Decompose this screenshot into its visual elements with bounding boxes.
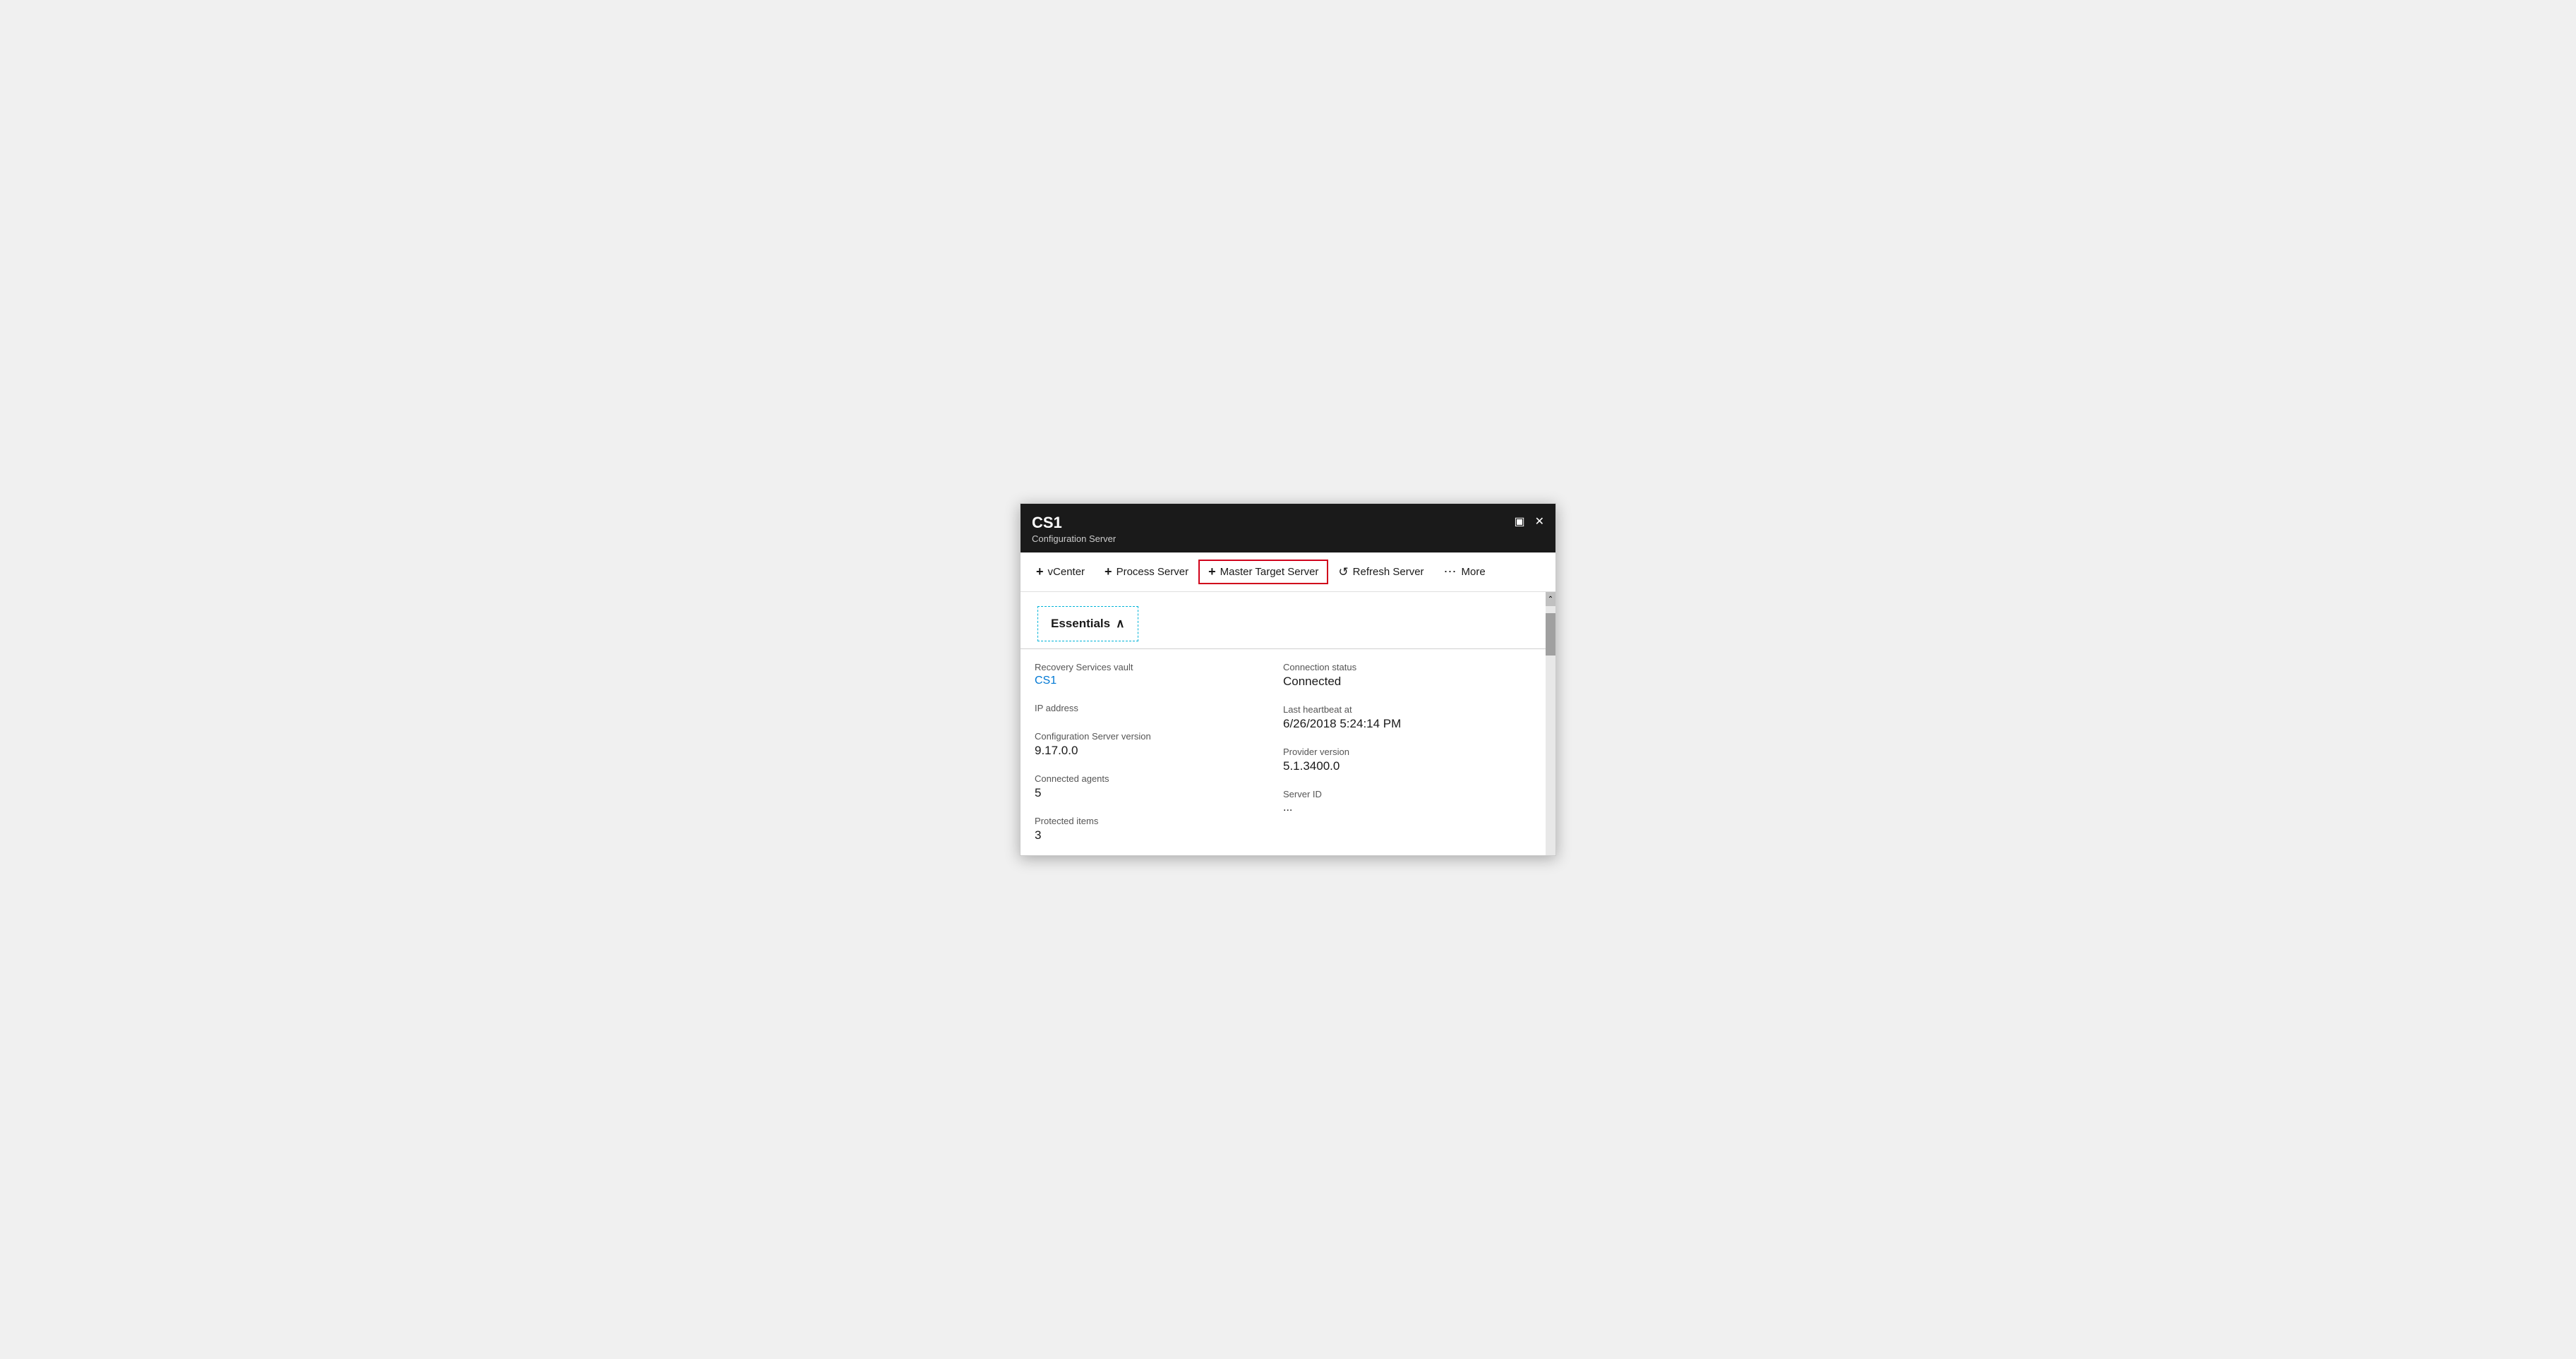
content-area: Essentials ∧ Recovery Services vault CS1 (1021, 592, 1555, 855)
ip-address-field: IP address (1035, 703, 1283, 715)
plus-icon: + (1105, 564, 1112, 579)
last-heartbeat-label: Last heartbeat at (1283, 704, 1531, 715)
chevron-up-icon: ∧ (1116, 617, 1124, 631)
app-title: CS1 (1032, 514, 1116, 532)
main-content: Essentials ∧ Recovery Services vault CS1 (1021, 592, 1546, 855)
connected-agents-field: Connected agents 5 (1035, 773, 1283, 800)
connection-status-label: Connection status (1283, 662, 1531, 672)
vcenter-label: vCenter (1048, 566, 1085, 578)
essentials-label: Essentials (1051, 617, 1110, 631)
scrollbar-up-button[interactable]: ⌃ (1546, 592, 1555, 606)
essentials-left-col: Recovery Services vault CS1 IP address C… (1035, 662, 1283, 842)
protected-items-value: 3 (1035, 828, 1283, 842)
config-version-field: Configuration Server version 9.17.0.0 (1035, 731, 1283, 758)
refresh-label: Refresh Server (1353, 566, 1424, 578)
ellipsis-icon: ⋯ (1444, 564, 1457, 579)
config-version-value: 9.17.0.0 (1035, 744, 1283, 758)
refresh-server-button[interactable]: ↺ Refresh Server (1328, 560, 1433, 585)
connection-status-value: Connected (1283, 675, 1531, 689)
provider-version-value: 5.1.3400.0 (1283, 759, 1531, 773)
essentials-header-wrapper: Essentials ∧ (1021, 592, 1546, 648)
provider-version-field: Provider version 5.1.3400.0 (1283, 747, 1531, 773)
essentials-grid: Recovery Services vault CS1 IP address C… (1021, 649, 1546, 855)
process-server-label: Process Server (1117, 566, 1189, 578)
connection-status-field: Connection status Connected (1283, 662, 1531, 689)
close-button[interactable]: ✕ (1535, 517, 1544, 528)
provider-version-label: Provider version (1283, 747, 1531, 757)
connected-agents-value: 5 (1035, 786, 1283, 800)
titlebar-controls: ▣ ✕ (1514, 517, 1544, 528)
master-target-label: Master Target Server (1220, 566, 1319, 578)
essentials-title: Essentials ∧ (1051, 617, 1125, 631)
config-version-label: Configuration Server version (1035, 731, 1283, 742)
minimize-button[interactable]: ▣ (1514, 517, 1524, 528)
server-id-label: Server ID (1283, 789, 1531, 799)
essentials-right-col: Connection status Connected Last heartbe… (1283, 662, 1531, 842)
server-id-field: Server ID ... (1283, 789, 1531, 814)
master-target-button[interactable]: + Master Target Server (1198, 560, 1328, 584)
process-server-button[interactable]: + Process Server (1095, 559, 1198, 585)
scrollbar-thumb[interactable] (1546, 613, 1555, 656)
protected-items-label: Protected items (1035, 816, 1283, 826)
toolbar: + vCenter + Process Server + Master Targ… (1021, 552, 1555, 592)
protected-items-field: Protected items 3 (1035, 816, 1283, 842)
essentials-section-header[interactable]: Essentials ∧ (1037, 606, 1138, 641)
main-window: CS1 Configuration Server ▣ ✕ + vCenter +… (1020, 503, 1556, 856)
more-label: More (1462, 566, 1486, 578)
titlebar-left: CS1 Configuration Server (1032, 514, 1116, 544)
last-heartbeat-field: Last heartbeat at 6/26/2018 5:24:14 PM (1283, 704, 1531, 731)
scrollbar-track[interactable] (1546, 606, 1555, 855)
vcenter-button[interactable]: + vCenter (1026, 559, 1095, 585)
refresh-icon: ↺ (1338, 565, 1348, 579)
connected-agents-label: Connected agents (1035, 773, 1283, 784)
last-heartbeat-value: 6/26/2018 5:24:14 PM (1283, 717, 1531, 731)
app-subtitle: Configuration Server (1032, 533, 1116, 544)
plus-icon: + (1036, 564, 1044, 579)
scrollbar: ⌃ (1546, 592, 1555, 855)
server-id-value: ... (1283, 802, 1531, 814)
plus-icon: + (1208, 564, 1216, 579)
more-button[interactable]: ⋯ More (1434, 559, 1495, 585)
recovery-vault-value[interactable]: CS1 (1035, 675, 1283, 687)
recovery-vault-label: Recovery Services vault (1035, 662, 1283, 672)
ip-address-label: IP address (1035, 703, 1283, 713)
recovery-vault-field: Recovery Services vault CS1 (1035, 662, 1283, 687)
titlebar: CS1 Configuration Server ▣ ✕ (1021, 504, 1555, 552)
